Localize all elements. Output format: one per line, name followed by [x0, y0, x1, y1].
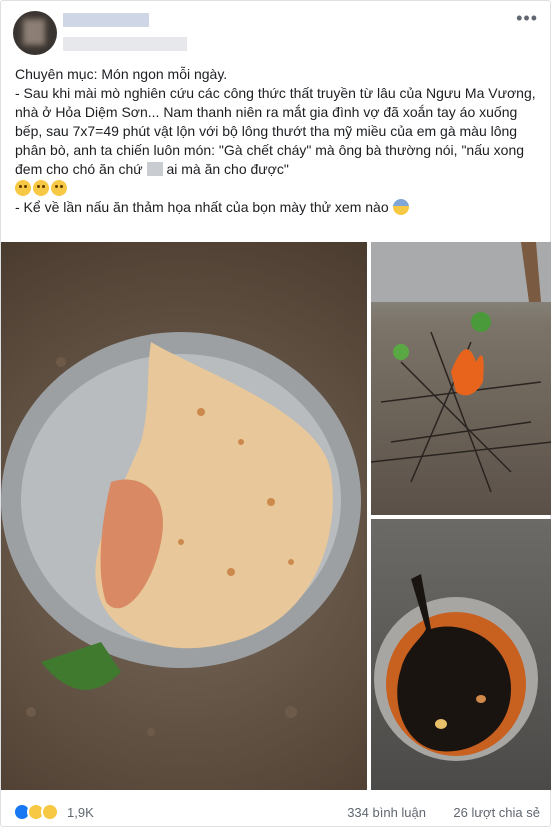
more-options-icon[interactable]: •••: [516, 9, 538, 27]
post-line-story: - Sau khi mài mò nghiên cứu các công thứ…: [15, 85, 536, 177]
author-name-redacted[interactable]: [63, 13, 149, 27]
sad-reaction-icon: [41, 803, 59, 821]
photo-chicken-pot[interactable]: [1, 242, 367, 790]
sad-face-icon: [33, 180, 49, 196]
post-footer: 1,9K 334 bình luận 26 lượt chia sẻ: [1, 798, 551, 826]
avatar[interactable]: [13, 11, 57, 55]
post-line-category: Chuyên mục: Món ngon mỗi ngày.: [15, 66, 228, 82]
post-line-question: - Kể về lần nấu ăn thảm họa nhất của bọn…: [15, 198, 540, 217]
post-card: ••• Chuyên mục: Món ngon mỗi ngày. - Sau…: [0, 0, 551, 827]
emoji-row: [15, 179, 540, 198]
timestamp-redacted[interactable]: [63, 37, 187, 51]
post-text: Chuyên mục: Món ngon mỗi ngày. - Sau khi…: [15, 65, 540, 217]
reaction-count[interactable]: 1,9K: [67, 805, 94, 820]
photo-burning-fire[interactable]: [371, 242, 551, 515]
photo-grid: [1, 242, 551, 790]
photo-burnt-chicken[interactable]: [371, 519, 551, 790]
comment-count[interactable]: 334 bình luận: [347, 805, 426, 820]
fearful-face-icon: [392, 199, 409, 215]
sad-face-icon: [15, 180, 31, 196]
censored-word: [146, 162, 163, 176]
sad-face-icon: [51, 180, 67, 196]
share-count[interactable]: 26 lượt chia sẻ: [453, 805, 540, 820]
